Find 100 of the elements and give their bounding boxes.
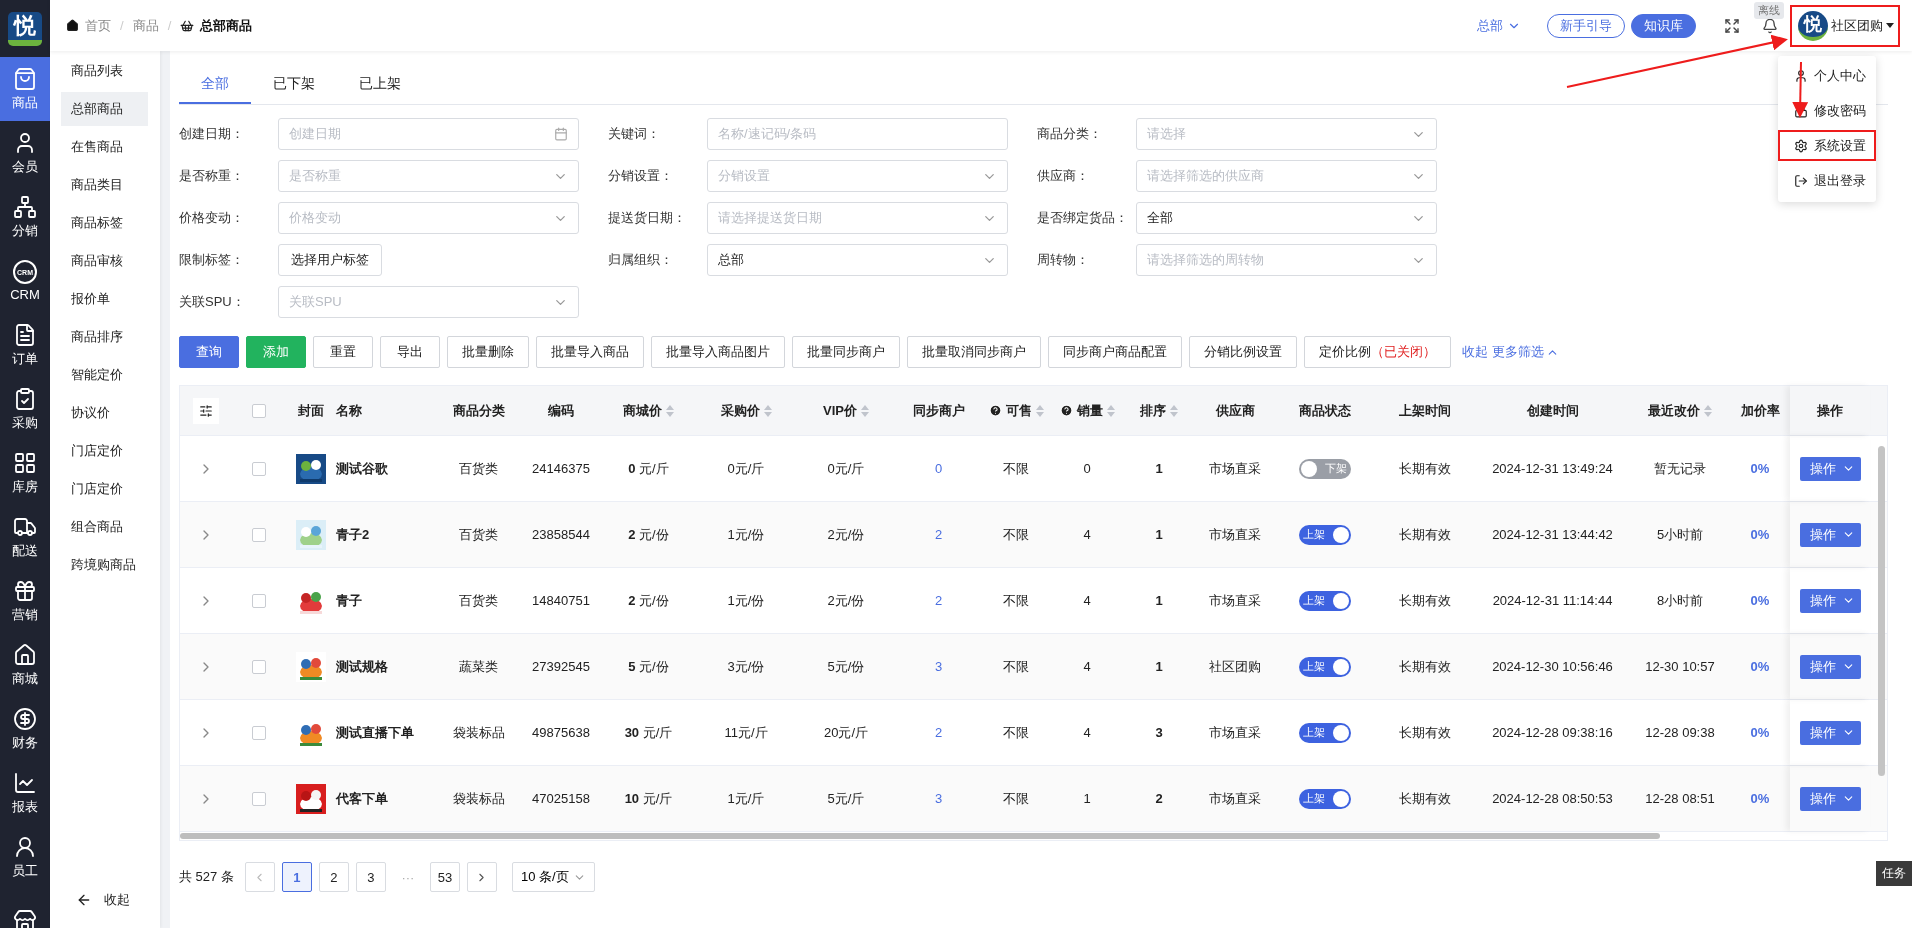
tag-select-button[interactable]: 选择用户标签 [278, 244, 382, 276]
menu-item[interactable]: 系统设置 [1778, 130, 1876, 161]
toolbar-button[interactable]: 批量导入商品 [536, 336, 644, 368]
status-toggle[interactable]: 上架 [1299, 722, 1351, 743]
merchant-count-link[interactable]: 2 [934, 725, 943, 740]
submenu-item[interactable]: 商品类目 [61, 168, 148, 202]
nav-item[interactable]: 员工 [0, 825, 50, 889]
help-icon[interactable] [1059, 404, 1073, 417]
sort-icon[interactable] [861, 404, 869, 417]
sort-icon[interactable] [1170, 404, 1178, 417]
submenu-item[interactable]: 商品审核 [61, 244, 148, 278]
sort-icon[interactable] [1704, 404, 1712, 417]
submenu-item[interactable]: 协议价 [61, 396, 148, 430]
submenu-item[interactable]: 门店定价 [61, 472, 148, 506]
toolbar-button[interactable]: 重置 [313, 336, 373, 368]
menu-item[interactable]: 退出登录 [1778, 165, 1876, 196]
task-tab[interactable]: 任务 [1876, 861, 1912, 886]
help-icon[interactable] [988, 404, 1002, 417]
toolbar-button[interactable]: 导出 [380, 336, 440, 368]
scrollbar-thumb[interactable] [1878, 446, 1885, 776]
submenu-item[interactable]: 门店定价 [61, 434, 148, 468]
menu-item[interactable]: 个人中心 [1778, 60, 1876, 91]
org-switch[interactable]: 总部 [1477, 16, 1521, 35]
merchant-count-link[interactable]: 0 [934, 461, 943, 476]
action-button[interactable]: 操作 [1799, 720, 1861, 745]
nav-item[interactable]: 订单 [0, 313, 50, 377]
knowledge-button[interactable]: 知识库 [1631, 13, 1696, 38]
sort-icon[interactable] [763, 404, 772, 417]
nav-item[interactable]: 采购 [0, 377, 50, 441]
checkbox[interactable] [251, 725, 266, 740]
checkbox[interactable] [251, 593, 266, 608]
nav-item[interactable]: 分销 [0, 185, 50, 249]
page-button[interactable]: 53 [429, 862, 460, 892]
toolbar-button[interactable]: 批量导入商品图片 [651, 336, 785, 368]
status-toggle[interactable]: 上架 [1299, 524, 1351, 545]
merchant-count-link[interactable]: 3 [934, 791, 943, 806]
nav-item[interactable]: 财务 [0, 697, 50, 761]
submenu-item[interactable]: 商品排序 [61, 320, 148, 354]
toolbar-button[interactable]: 查询 [179, 336, 239, 368]
submenu-item[interactable]: 组合商品 [61, 510, 148, 544]
merchant-count-link[interactable]: 2 [934, 527, 943, 542]
merchant-count-link[interactable]: 2 [934, 593, 943, 608]
fullscreen-icon[interactable] [1724, 17, 1740, 34]
submenu-item[interactable]: 商品列表 [61, 54, 148, 88]
page-button[interactable]: 1 [281, 862, 312, 892]
checkbox[interactable] [251, 403, 266, 418]
action-button[interactable]: 操作 [1799, 588, 1861, 613]
toolbar-button[interactable]: 分销比例设置 [1189, 336, 1297, 368]
action-button[interactable]: 操作 [1799, 654, 1861, 679]
user-menu-button[interactable]: 悦 社区团购 [1790, 4, 1900, 47]
submenu-item[interactable]: 总部商品 [61, 92, 148, 126]
tab[interactable]: 已上架 [337, 66, 423, 104]
breadcrumb-link[interactable]: 首页 [85, 16, 111, 35]
scrollbar-thumb[interactable] [180, 833, 1660, 839]
checkbox[interactable] [251, 527, 266, 542]
tab[interactable]: 全部 [179, 66, 251, 104]
submenu-item[interactable]: 在售商品 [61, 130, 148, 164]
toolbar-button[interactable]: 批量同步商户 [792, 336, 900, 368]
column-settings-button[interactable] [192, 397, 219, 424]
more-filters-link[interactable]: 收起 更多筛选 [1462, 343, 1559, 361]
menu-item[interactable]: 修改密码 [1778, 95, 1876, 126]
toolbar-button[interactable]: 批量取消同步商户 [907, 336, 1041, 368]
toolbar-button[interactable]: 批量删除 [447, 336, 529, 368]
submenu-item[interactable]: 报价单 [61, 282, 148, 316]
submenu-item[interactable]: 智能定价 [61, 358, 148, 392]
nav-item[interactable]: 商品 [0, 57, 50, 121]
next-page-button[interactable] [466, 862, 497, 892]
action-button[interactable]: 操作 [1799, 786, 1861, 811]
checkbox[interactable] [251, 461, 266, 476]
merchant-count-link[interactable]: 3 [934, 659, 943, 674]
page-button[interactable]: 2 [318, 862, 349, 892]
guide-button[interactable]: 新手引导 [1547, 13, 1625, 38]
collapse-label[interactable]: 收起 [104, 891, 130, 909]
submenu-item[interactable]: 商品标签 [61, 206, 148, 240]
logo[interactable]: 悦 [8, 11, 42, 46]
prev-page-button[interactable] [244, 862, 275, 892]
toolbar-button[interactable]: 定价比例（已关闭） [1304, 336, 1451, 368]
bell-icon[interactable] [1762, 17, 1778, 34]
arrow-left-icon[interactable] [76, 892, 92, 908]
nav-item[interactable]: 库房 [0, 441, 50, 505]
action-button[interactable]: 操作 [1799, 522, 1861, 547]
nav-item[interactable]: 会员 [0, 121, 50, 185]
checkbox[interactable] [251, 659, 266, 674]
action-button[interactable]: 操作 [1799, 456, 1861, 481]
status-toggle[interactable]: 上架 [1299, 788, 1351, 809]
page-button[interactable]: 3 [355, 862, 386, 892]
submenu-item[interactable]: 跨境购商品 [61, 548, 148, 582]
toolbar-button[interactable]: 同步商户商品配置 [1048, 336, 1182, 368]
tab[interactable]: 已下架 [251, 66, 337, 104]
nav-item[interactable]: 配送 [0, 505, 50, 569]
sort-icon[interactable] [666, 404, 674, 417]
checkbox[interactable] [251, 791, 266, 806]
sort-icon[interactable] [1035, 404, 1044, 417]
sort-icon[interactable] [1106, 404, 1115, 417]
status-toggle[interactable]: 上架 [1299, 656, 1351, 677]
nav-item[interactable]: 营销 [0, 569, 50, 633]
page-size-select[interactable]: 10 条/页 [511, 862, 595, 892]
nav-item[interactable]: 商城 [0, 633, 50, 697]
select-field[interactable]: 总部 [707, 244, 1008, 276]
select-field[interactable]: 全部 [1136, 202, 1437, 234]
